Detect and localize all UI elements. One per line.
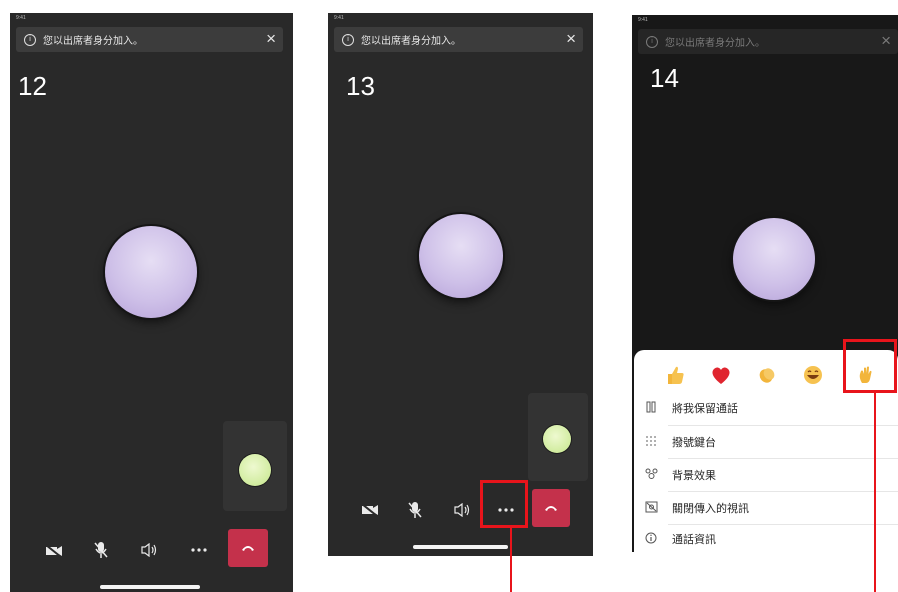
participant-avatar xyxy=(419,214,503,298)
clap-icon[interactable] xyxy=(754,362,780,388)
mic-off-icon[interactable] xyxy=(408,501,422,519)
highlight-more-options xyxy=(480,480,528,528)
menu-label: 將我保留通話 xyxy=(672,403,738,415)
attendee-banner: i 您以出席者身分加入。 × xyxy=(334,27,583,52)
heart-icon[interactable] xyxy=(708,362,734,388)
call-screen-step-12: 9:41 i 您以出席者身分加入。 × 12 xyxy=(10,13,293,592)
close-icon[interactable]: × xyxy=(266,30,276,48)
pause-icon xyxy=(636,401,666,416)
status-bar: 9:41 xyxy=(16,15,26,21)
participant-avatar xyxy=(733,218,815,300)
banner-text: 您以出席者身分加入。 xyxy=(361,36,461,47)
step-number: 13 xyxy=(346,71,375,101)
participant-avatar xyxy=(105,226,197,318)
laugh-icon[interactable] xyxy=(800,362,826,388)
dialpad-icon xyxy=(636,435,666,450)
hang-up-button[interactable] xyxy=(532,489,570,527)
more-options-icon[interactable] xyxy=(191,548,207,552)
attendee-banner: i 您以出席者身分加入。 × xyxy=(16,27,283,52)
menu-label: 關閉傳入的視訊 xyxy=(672,503,749,515)
mic-off-icon[interactable] xyxy=(94,541,108,559)
menu-item-background-effects[interactable]: 背景效果 xyxy=(634,459,898,491)
menu-item-hold-call[interactable]: 將我保留通話 xyxy=(634,392,898,424)
camera-off-icon[interactable] xyxy=(45,544,63,558)
menu-label: 通話資訊 xyxy=(672,534,716,546)
banner-text: 您以出席者身分加入。 xyxy=(665,38,765,49)
close-icon[interactable]: × xyxy=(881,32,891,50)
status-bar: 9:41 xyxy=(638,17,648,23)
pointer-line xyxy=(874,393,876,592)
thumbs-up-icon[interactable] xyxy=(662,362,688,388)
speaker-icon[interactable] xyxy=(140,543,158,557)
step-number: 12 xyxy=(18,71,47,101)
incoming-video-off-icon xyxy=(636,501,666,516)
attendee-banner: i 您以出席者身分加入。 × xyxy=(638,29,898,54)
menu-item-turn-off-incoming-video[interactable]: 關閉傳入的視訊 xyxy=(634,492,898,524)
info-icon: i xyxy=(646,35,658,48)
info-icon xyxy=(636,532,666,547)
background-effects-icon xyxy=(636,468,666,483)
highlight-raise-hand xyxy=(843,339,897,393)
info-icon: i xyxy=(24,33,36,46)
home-indicator xyxy=(100,585,200,589)
hang-up-button[interactable] xyxy=(228,529,268,567)
speaker-icon[interactable] xyxy=(453,503,471,517)
self-avatar xyxy=(543,425,571,453)
self-avatar xyxy=(239,454,271,486)
hang-up-icon xyxy=(545,506,557,511)
menu-label: 背景效果 xyxy=(672,470,716,482)
info-icon: i xyxy=(342,33,354,46)
menu-label: 撥號鍵台 xyxy=(672,437,716,449)
close-icon[interactable]: × xyxy=(566,30,576,48)
home-indicator xyxy=(413,545,508,549)
menu-item-dialpad[interactable]: 撥號鍵台 xyxy=(634,426,898,458)
camera-off-icon[interactable] xyxy=(361,503,379,517)
pointer-line xyxy=(510,528,512,592)
menu-item-call-info[interactable]: 通話資訊 xyxy=(634,525,898,552)
hang-up-icon xyxy=(242,546,254,551)
call-screen-step-13: 9:41 i 您以出席者身分加入。 × 13 xyxy=(328,13,593,556)
banner-text: 您以出席者身分加入。 xyxy=(43,36,143,47)
status-bar: 9:41 xyxy=(334,15,344,21)
step-number: 14 xyxy=(650,63,679,93)
call-screen-step-14: 9:41 i 您以出席者身分加入。 × 14 將我保留通話 撥號鍵台 背景效果 … xyxy=(632,15,898,552)
